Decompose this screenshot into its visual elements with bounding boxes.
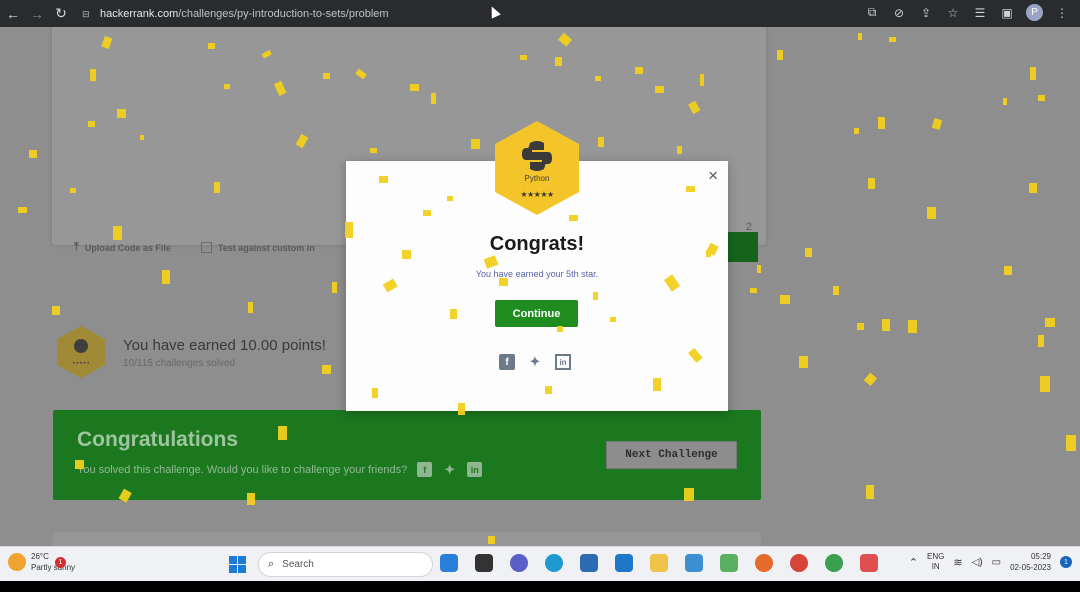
screen-border	[0, 581, 1080, 592]
congratulations-banner: Congratulations You solved this challeng…	[53, 410, 761, 500]
paint-icon[interactable]	[720, 554, 738, 572]
badge-label: Python	[524, 174, 550, 183]
lang-bottom: IN	[931, 562, 940, 571]
browser-toolbar: ← → ↻ ⊟ hackerrank.com/challenges/py-int…	[0, 0, 1080, 27]
chrome-icon[interactable]	[790, 554, 808, 572]
bookmark-star-icon[interactable]: ☆	[945, 5, 961, 21]
modal-subtitle: You have earned your 5th star.	[475, 269, 599, 279]
weather-badge: 1	[55, 557, 66, 568]
translate-icon[interactable]: ⧉	[864, 5, 880, 21]
share-icons: f ✦ in	[499, 354, 571, 370]
custom-input-label: Test against custom in	[217, 242, 315, 253]
search-icon: ⌕	[268, 558, 275, 570]
upload-code-link[interactable]: Upload Code as File	[85, 243, 171, 253]
submit-button[interactable]	[726, 232, 758, 262]
menu-kebab-icon[interactable]: ⋮	[1054, 5, 1070, 21]
partly-sunny-icon	[8, 553, 26, 571]
python-star-badge-icon: ★★★★★	[495, 121, 579, 215]
congrats-banner-text: You solved this challenge. Would you lik…	[77, 463, 408, 476]
bing-icon[interactable]	[440, 554, 458, 572]
weather-text: 26°C Partly sunny	[31, 551, 75, 573]
eye-off-icon[interactable]: ⊘	[891, 5, 907, 21]
svg-text:★★★★★: ★★★★★	[520, 190, 554, 199]
facebook-icon[interactable]: f	[417, 462, 433, 477]
volume-icon[interactable]: ◁)	[972, 557, 983, 568]
congrats-banner-title: Congratulations	[77, 428, 238, 451]
url-path: /challenges/py-introduction-to-sets/prob…	[178, 7, 389, 20]
battery-icon[interactable]: ▭	[992, 557, 1001, 568]
editor-actions: ⤒ Upload Code as File Test against custo…	[74, 241, 315, 254]
next-challenge-button[interactable]: Next Challenge	[606, 441, 737, 469]
close-icon[interactable]: ×	[708, 166, 718, 186]
screenshot-frame: ← → ↻ ⊟ hackerrank.com/challenges/py-int…	[0, 0, 1080, 592]
mail-icon[interactable]	[615, 554, 633, 572]
chevron-up-icon[interactable]: ⌃	[909, 556, 918, 569]
teams-chat-icon[interactable]	[510, 554, 528, 572]
twitter-icon[interactable]: ✦	[527, 354, 543, 370]
site-info-icon[interactable]: ⊟	[82, 9, 92, 19]
task-view-icon[interactable]	[475, 554, 493, 572]
reading-list-icon[interactable]: ☰	[972, 5, 988, 21]
congrats-banner-sub: You solved this challenge. Would you lik…	[77, 462, 483, 477]
side-panel-icon[interactable]: ▣	[999, 5, 1015, 21]
weather-temp: 26°C	[31, 552, 49, 561]
clock[interactable]: 05:29 02-05-2023	[1010, 551, 1051, 573]
notification-count[interactable]: 1	[1060, 556, 1072, 568]
discussion-card	[53, 532, 761, 546]
svg-text:★★★★★: ★★★★★	[72, 360, 90, 365]
profile-avatar[interactable]: P	[1026, 4, 1043, 21]
linkedin-icon[interactable]: in	[555, 354, 571, 370]
clock-time: 05:29	[1030, 552, 1051, 561]
reload-icon[interactable]: ↻	[50, 3, 72, 25]
wifi-icon[interactable]: ≋	[953, 556, 962, 569]
forward-icon[interactable]: →	[26, 3, 48, 25]
linkedin-icon[interactable]: in	[467, 462, 483, 477]
pinned-apps	[440, 554, 878, 572]
language-indicator[interactable]: ENG IN	[927, 552, 944, 572]
continue-button[interactable]: Continue	[495, 300, 578, 327]
chrome-profile-icon[interactable]	[825, 554, 843, 572]
points-badge-icon: ★★★★★	[57, 326, 105, 378]
address-bar[interactable]: ⊟ hackerrank.com/challenges/py-introduct…	[82, 4, 862, 23]
facebook-icon[interactable]: f	[499, 354, 515, 370]
lang-top: ENG	[927, 552, 945, 561]
share-icon[interactable]: ⇪	[918, 5, 934, 21]
edge-icon[interactable]	[545, 554, 563, 572]
challenges-solved-text: 10/115 challenges solved	[123, 358, 236, 369]
firefox-icon[interactable]	[755, 554, 773, 572]
taskbar-search[interactable]: ⌕ Search	[258, 552, 433, 577]
modal-title: Congrats!	[489, 233, 585, 255]
url-host: hackerrank.com	[100, 7, 179, 20]
photos-icon[interactable]	[685, 554, 703, 572]
clock-date: 02-05-2023	[1010, 563, 1051, 572]
windows-taskbar: 26°C Partly sunny 1 ⌕ Search ⌃ ENG IN ≋ …	[0, 546, 1080, 581]
upload-icon[interactable]: ⤒	[74, 241, 79, 254]
snipping-tool-icon[interactable]	[860, 554, 878, 572]
browser-actions: ⧉ ⊘ ⇪ ☆ ☰ ▣ P ⋮	[864, 4, 1070, 21]
search-placeholder: Search	[282, 559, 314, 570]
system-tray: ⌃ ENG IN ≋ ◁) ▭ 05:29 02-05-2023 1	[909, 551, 1072, 573]
custom-input-checkbox[interactable]	[200, 242, 212, 253]
points-earned-text: You have earned 10.00 points!	[123, 337, 326, 354]
weather-desc: Partly sunny	[31, 563, 76, 572]
microsoft-store-icon[interactable]	[580, 554, 598, 572]
windows-start-icon[interactable]	[229, 556, 246, 573]
back-icon[interactable]: ←	[2, 3, 24, 25]
twitter-icon[interactable]: ✦	[442, 462, 457, 477]
file-explorer-icon[interactable]	[650, 554, 668, 572]
